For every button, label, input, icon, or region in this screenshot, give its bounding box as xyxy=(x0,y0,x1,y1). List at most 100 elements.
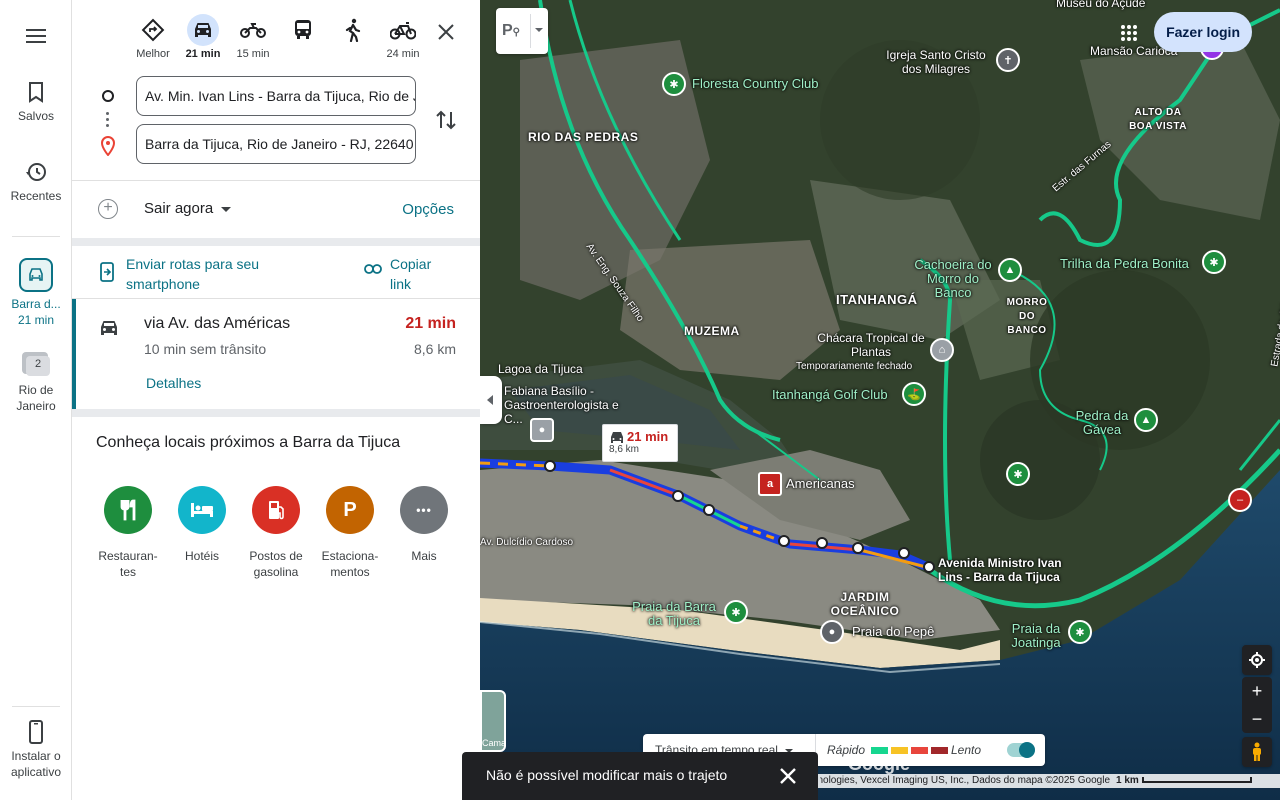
swap-button[interactable] xyxy=(432,106,460,134)
map-label: Museu do Açude xyxy=(1056,0,1146,10)
recent-button[interactable]: Recentes xyxy=(0,160,72,204)
layers-minimap[interactable]: Camadas xyxy=(480,690,506,752)
leave-now-dropdown[interactable]: Sair agora xyxy=(144,200,232,217)
mode-bike[interactable]: 24 min xyxy=(380,14,426,60)
map-label: Igreja Santo Cristo dos Milagres xyxy=(886,48,986,76)
recent-label: Recentes xyxy=(10,189,62,203)
details-link[interactable]: Detalhes xyxy=(146,375,201,391)
map-label: MORRO DO BANCO xyxy=(1006,297,1048,336)
history-icon xyxy=(26,163,46,181)
golf-pin-icon[interactable]: ⛳ xyxy=(902,382,926,406)
close-icon xyxy=(438,24,454,40)
hike-pin-icon[interactable]: ✱ xyxy=(1006,462,1030,486)
map-label: Americanas xyxy=(786,476,855,491)
map-label: MUZEMA xyxy=(684,324,740,338)
recent-place-button[interactable]: 2 Rio de Janeiro xyxy=(0,348,72,414)
zoom-out-button[interactable]: − xyxy=(1242,705,1272,733)
category-parking[interactable]: P Estaciona- mentos xyxy=(314,486,386,580)
divider xyxy=(72,180,480,181)
route-option[interactable]: via Av. das Américas 21 min 10 min sem t… xyxy=(72,299,480,409)
my-location-icon xyxy=(1249,652,1265,668)
category-hotels[interactable]: Hotéis xyxy=(166,486,238,564)
walk-icon xyxy=(345,18,361,42)
origin-input[interactable]: Av. Min. Ivan Lins - Barra da Tijuca, Ri… xyxy=(136,76,416,116)
nature-pin-icon[interactable]: ▲ xyxy=(998,258,1022,282)
my-location-button[interactable] xyxy=(1242,645,1272,675)
park-pin-icon[interactable]: ✱ xyxy=(662,72,686,96)
mountain-pin-icon[interactable]: ▲ xyxy=(1134,408,1158,432)
beach-pin-icon[interactable]: ✱ xyxy=(724,600,748,624)
map-label: Praia da Joatinga xyxy=(1011,621,1061,650)
map-label: Cachoeira do Morro do Banco xyxy=(914,257,992,300)
trail-pin-icon[interactable]: ✱ xyxy=(1202,250,1226,274)
nearby-title: Conheça locais próximos a Barra da Tijuc… xyxy=(96,434,401,451)
church-pin-icon[interactable]: ✝ xyxy=(996,48,1020,72)
callout-distance: 8,6 km xyxy=(609,444,640,455)
install-label: Instalar o aplicativo xyxy=(10,749,62,779)
mode-car[interactable]: 21 min xyxy=(180,14,226,60)
directions-panel: Melhor 21 min 15 min 24 min Av. Min. Iva… xyxy=(72,0,480,800)
collapse-panel-button[interactable] xyxy=(480,376,502,424)
saved-button[interactable]: Salvos xyxy=(0,80,72,124)
car-icon xyxy=(19,258,53,292)
install-app-button[interactable]: Instalar o aplicativo xyxy=(0,720,72,780)
departure-row: + Sair agora Opções xyxy=(72,188,480,232)
travel-modes: Melhor 21 min 15 min 24 min xyxy=(72,0,480,70)
options-button[interactable]: Opções xyxy=(402,201,454,218)
map-canvas[interactable]: ✱ ✝ ▲ ✱ ⌂ ⛳ ▲ ✱ ✱ ● ✱ ● a – ● Museu do A… xyxy=(480,0,1280,800)
route-fields: Av. Min. Ivan Lins - Barra da Tijuca, Ri… xyxy=(72,70,480,180)
swap-vertical-icon xyxy=(436,110,456,130)
traffic-swatch xyxy=(911,747,928,754)
road-closed-icon[interactable]: – xyxy=(1228,488,1252,512)
maps-app: Salvos Recentes Barra d... 21 min 2 Rio … xyxy=(0,0,1280,800)
category-gas[interactable]: Postos de gasolina xyxy=(240,486,312,580)
route-time-callout[interactable]: 21 min 8,6 km xyxy=(602,424,678,462)
active-route-button[interactable]: Barra d... 21 min xyxy=(0,258,72,328)
category-label: Restauran- tes xyxy=(98,549,158,579)
send-to-phone-link[interactable]: Enviar rotas para seu smartphone xyxy=(126,254,306,294)
place-pin-icon[interactable]: ● xyxy=(820,620,844,644)
traffic-toggle[interactable] xyxy=(1007,742,1035,758)
close-directions-button[interactable] xyxy=(432,18,460,46)
map-label: Fabiana Basílio - Gastroenterologista e … xyxy=(504,384,619,426)
store-pin-icon[interactable]: ⌂ xyxy=(930,338,954,362)
shopping-pin-icon[interactable]: a xyxy=(758,472,782,496)
apps-grid-button[interactable] xyxy=(1120,24,1138,47)
street-view-button[interactable] xyxy=(1242,737,1272,767)
beach-pin-icon[interactable]: ✱ xyxy=(1068,620,1092,644)
section-divider xyxy=(72,238,480,246)
mode-walk[interactable] xyxy=(330,14,376,48)
phone-icon xyxy=(29,720,43,744)
destination-input[interactable]: Barra da Tijuca, Rio de Janeiro - RJ, 22… xyxy=(136,124,416,164)
transit-icon xyxy=(295,20,311,39)
restaurant-icon xyxy=(104,486,152,534)
copy-link-button[interactable]: Copiar link xyxy=(390,254,450,294)
rail-divider xyxy=(12,706,60,707)
minimap-label: Camadas xyxy=(482,738,506,748)
map-label: Pedra da Gávea xyxy=(1075,408,1129,437)
mode-best[interactable]: Melhor xyxy=(130,14,176,60)
category-label: Postos de gasolina xyxy=(249,549,303,579)
add-stop-icon[interactable]: + xyxy=(98,199,118,219)
category-restaurants[interactable]: Restauran- tes xyxy=(92,486,164,580)
scale-label: 1 km xyxy=(1116,775,1139,786)
route-via: via Av. das Américas xyxy=(144,315,291,332)
gas-icon xyxy=(252,486,300,534)
bookmark-icon xyxy=(29,82,43,103)
mode-bike-label: 24 min xyxy=(386,48,420,60)
dismiss-snackbar-button[interactable] xyxy=(778,766,798,786)
active-route-label: Barra d... xyxy=(11,297,61,311)
link-icon xyxy=(364,264,382,274)
sign-in-button[interactable]: Fazer login xyxy=(1154,12,1252,52)
mode-motorcycle[interactable]: 15 min xyxy=(230,14,276,60)
snackbar: Não é possível modificar mais o trajeto xyxy=(462,752,818,800)
menu-button[interactable] xyxy=(0,22,72,50)
category-more[interactable]: ••• Mais xyxy=(388,486,460,564)
layers-button[interactable]: P⚲ xyxy=(496,8,548,54)
map-label: Avenida Ministro Ivan Lins - Barra da Ti… xyxy=(938,556,1062,584)
pegman-icon xyxy=(1253,742,1261,761)
close-icon xyxy=(780,768,796,784)
share-row: Enviar rotas para seu smartphone Copiar … xyxy=(72,246,480,298)
mode-transit[interactable] xyxy=(280,14,326,48)
zoom-in-button[interactable]: + xyxy=(1242,677,1272,705)
